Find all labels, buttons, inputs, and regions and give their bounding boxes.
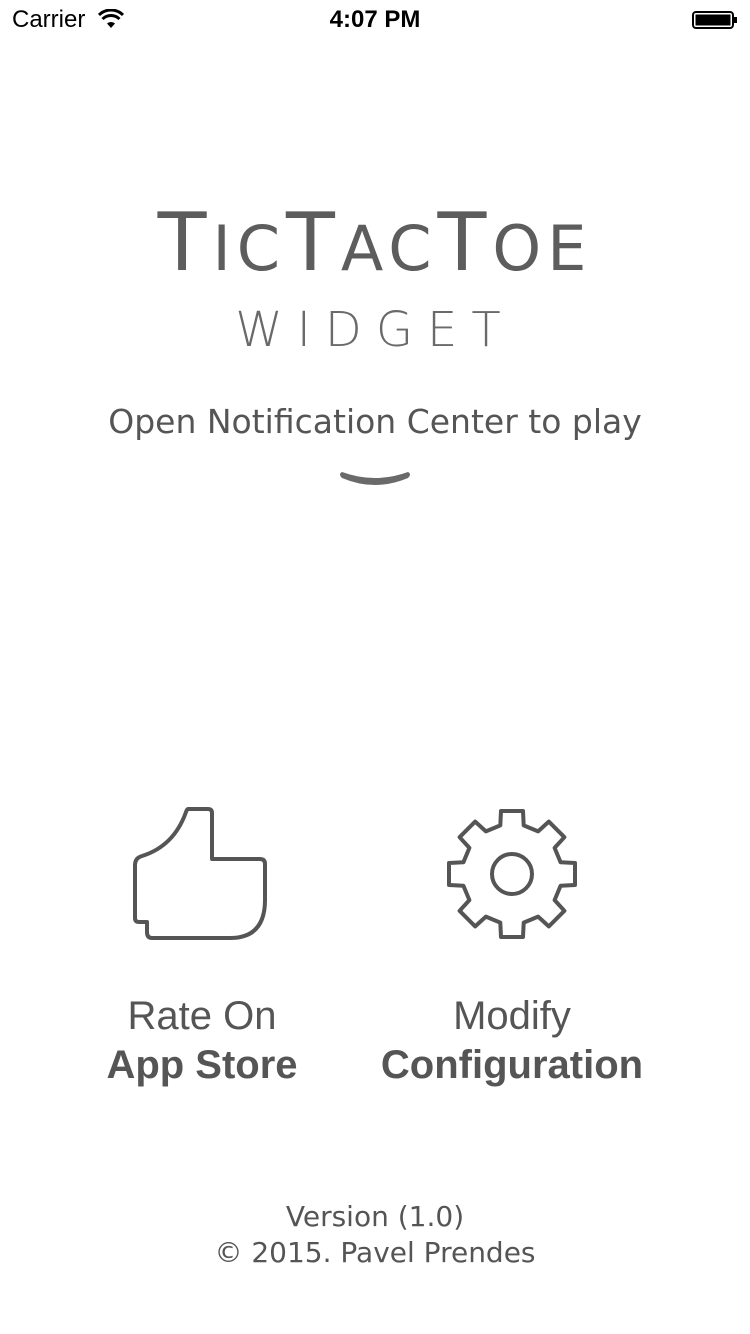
app-title-part: T xyxy=(286,196,341,289)
copyright-label: © 2015. Pavel Prendes xyxy=(214,1236,536,1269)
app-title-part: T xyxy=(157,196,213,289)
rate-app-store-button[interactable]: Rate On App Store xyxy=(52,800,352,1100)
app-title: TICTACTOE xyxy=(0,196,750,289)
battery-icon xyxy=(692,11,737,29)
status-bar: Carrier 4:07 PM xyxy=(0,0,750,40)
thumbs-up-icon xyxy=(133,807,267,940)
status-time: 4:07 PM xyxy=(329,6,421,33)
gear-icon xyxy=(447,809,577,939)
version-label: Version (1.0) xyxy=(285,1200,465,1233)
modify-configuration-button[interactable]: Modify Configuration xyxy=(362,800,662,1100)
rate-label-line2: App Store xyxy=(106,1043,298,1087)
notification-hint: Open Notification Center to play xyxy=(108,402,642,441)
chevron-down-icon xyxy=(340,472,410,485)
config-label-line2: Configuration xyxy=(380,1043,644,1087)
app-title-part: OE xyxy=(492,212,593,285)
app-subtitle: WIDGET xyxy=(235,302,515,358)
app-title-part: T xyxy=(437,196,493,289)
rate-label-line1: Rate On xyxy=(127,994,277,1038)
app-title-part: IC xyxy=(212,212,287,285)
app-title-part: AC xyxy=(340,212,438,285)
config-label-line1: Modify xyxy=(453,994,571,1038)
